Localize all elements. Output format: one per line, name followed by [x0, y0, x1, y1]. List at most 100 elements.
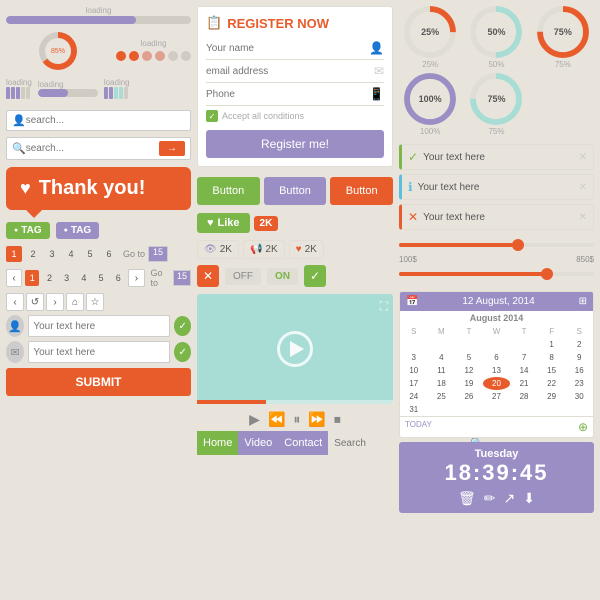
page-a2[interactable]: 2 — [42, 270, 56, 286]
cal-day-31[interactable]: 31 — [400, 403, 428, 416]
cal-day-15[interactable]: 15 — [538, 364, 566, 377]
video-player[interactable]: ⛶ — [197, 294, 393, 404]
refresh-btn[interactable]: ↺ — [26, 293, 44, 311]
page-3[interactable]: 3 — [44, 246, 60, 262]
toggle-on[interactable]: ON — [267, 268, 298, 285]
next-arrow[interactable]: › — [128, 269, 144, 287]
today-button[interactable]: TODAY — [405, 420, 432, 434]
cal-day-12[interactable]: 12 — [455, 364, 483, 377]
rewind-ctrl[interactable]: ⏪ — [268, 411, 285, 428]
page-a1[interactable]: 1 — [25, 270, 39, 286]
cal-day-25[interactable]: 25 — [428, 390, 456, 403]
cal-day-26[interactable]: 26 — [455, 390, 483, 403]
cal-day-16[interactable]: 16 — [565, 364, 593, 377]
back-btn[interactable]: ‹ — [6, 293, 24, 311]
cal-day-7[interactable]: 7 — [510, 351, 538, 364]
cal-day-3[interactable]: 3 — [400, 351, 428, 364]
notif-close-2[interactable]: ✕ — [579, 182, 587, 193]
check-btn-1[interactable]: ✓ — [174, 316, 191, 336]
cal-day-9[interactable]: 9 — [565, 351, 593, 364]
cal-day-17[interactable]: 17 — [400, 377, 428, 390]
play-ctrl[interactable]: ▶ — [249, 411, 260, 428]
forward-ctrl[interactable]: ⏩ — [308, 411, 325, 428]
check-btn-2[interactable]: ✓ — [174, 342, 191, 362]
cal-day-20-today[interactable]: 20 — [483, 377, 511, 390]
cal-day-23[interactable]: 23 — [565, 377, 593, 390]
cal-day-6[interactable]: 6 — [483, 351, 511, 364]
cal-day-19[interactable]: 19 — [455, 377, 483, 390]
phone-field[interactable]: 📱 — [206, 83, 384, 106]
clock-download-icon[interactable]: ⬇ — [523, 490, 535, 507]
cal-day-5[interactable]: 5 — [455, 351, 483, 364]
btn-orange-1[interactable]: Button — [330, 177, 393, 205]
star-btn[interactable]: ☆ — [86, 293, 104, 311]
page-a3[interactable]: 3 — [60, 270, 74, 286]
slider-2-thumb[interactable] — [541, 268, 553, 280]
cal-day-2[interactable]: 2 — [565, 338, 593, 351]
search-input-1[interactable] — [26, 115, 185, 126]
email-input[interactable] — [206, 66, 370, 77]
pause-ctrl[interactable]: ⏸ — [293, 411, 300, 428]
nav-contact[interactable]: Contact — [278, 431, 328, 455]
search-input-2[interactable] — [26, 143, 159, 154]
page-5[interactable]: 5 — [82, 246, 98, 262]
slider-1-thumb[interactable] — [512, 239, 524, 251]
submit-button[interactable]: SUBMIT — [6, 368, 191, 396]
cal-day-18[interactable]: 18 — [428, 377, 456, 390]
cal-day-28[interactable]: 28 — [510, 390, 538, 403]
phone-input[interactable] — [206, 89, 365, 100]
page-a5[interactable]: 5 — [94, 270, 108, 286]
nav-home[interactable]: Home — [197, 431, 238, 455]
nav-video[interactable]: Video — [238, 431, 278, 455]
play-button[interactable] — [277, 331, 313, 367]
page-4[interactable]: 4 — [63, 246, 79, 262]
goto-input-1[interactable]: 15 — [148, 246, 168, 262]
cal-day-24[interactable]: 24 — [400, 390, 428, 403]
search-bar-2[interactable]: 🔍 → — [6, 137, 191, 160]
cal-day-10[interactable]: 10 — [400, 364, 428, 377]
avatar-input-1[interactable] — [28, 315, 170, 337]
avatar-input-2[interactable] — [28, 341, 170, 363]
search-go-button[interactable]: → — [159, 141, 185, 156]
clock-edit-icon[interactable]: ✏ — [484, 490, 496, 507]
btn-green-1[interactable]: Button — [197, 177, 260, 205]
page-2[interactable]: 2 — [25, 246, 41, 262]
home-btn[interactable]: ⌂ — [66, 293, 84, 311]
x-button[interactable]: ✕ — [197, 265, 219, 287]
add-event-button[interactable]: ⊕ — [578, 420, 588, 434]
btn-purple-1[interactable]: Button — [264, 177, 327, 205]
cal-day-4[interactable]: 4 — [428, 351, 456, 364]
page-a4[interactable]: 4 — [77, 270, 91, 286]
expand-icon[interactable]: ⛶ — [380, 299, 388, 314]
notif-close-3[interactable]: ✕ — [579, 212, 587, 223]
page-6[interactable]: 6 — [101, 246, 117, 262]
register-button[interactable]: Register me! — [206, 130, 384, 158]
goto-input-2[interactable]: 15 — [173, 270, 191, 286]
stop-ctrl[interactable]: ⏹ — [334, 411, 341, 428]
cal-day-14[interactable]: 14 — [510, 364, 538, 377]
clock-trash-icon[interactable]: 🗑 — [458, 490, 476, 507]
cal-day-30[interactable]: 30 — [565, 390, 593, 403]
toggle-off[interactable]: OFF — [225, 268, 261, 285]
clock-share-icon[interactable]: ↗ — [504, 490, 516, 507]
confirm-button[interactable]: ✓ — [304, 265, 326, 287]
name-field[interactable]: 👤 — [206, 37, 384, 60]
cal-day-29[interactable]: 29 — [538, 390, 566, 403]
cal-day-27[interactable]: 27 — [483, 390, 511, 403]
cal-day-1[interactable]: 1 — [538, 338, 566, 351]
cal-day-21[interactable]: 21 — [510, 377, 538, 390]
name-input[interactable] — [206, 43, 365, 54]
forward-btn[interactable]: › — [46, 293, 64, 311]
email-field[interactable]: ✉ — [206, 60, 384, 83]
like-button[interactable]: ♥ Like — [197, 213, 250, 233]
cal-day-11[interactable]: 11 — [428, 364, 456, 377]
accept-checkbox[interactable]: ✓ — [206, 110, 218, 122]
cal-day-8[interactable]: 8 — [538, 351, 566, 364]
search-bar-1[interactable]: 👤 — [6, 110, 191, 131]
page-a6[interactable]: 6 — [111, 270, 125, 286]
cal-day-13[interactable]: 13 — [483, 364, 511, 377]
tag-2[interactable]: TAG — [56, 222, 100, 239]
notif-close-1[interactable]: ✕ — [579, 152, 587, 163]
cal-day-22[interactable]: 22 — [538, 377, 566, 390]
page-1[interactable]: 1 — [6, 246, 22, 262]
